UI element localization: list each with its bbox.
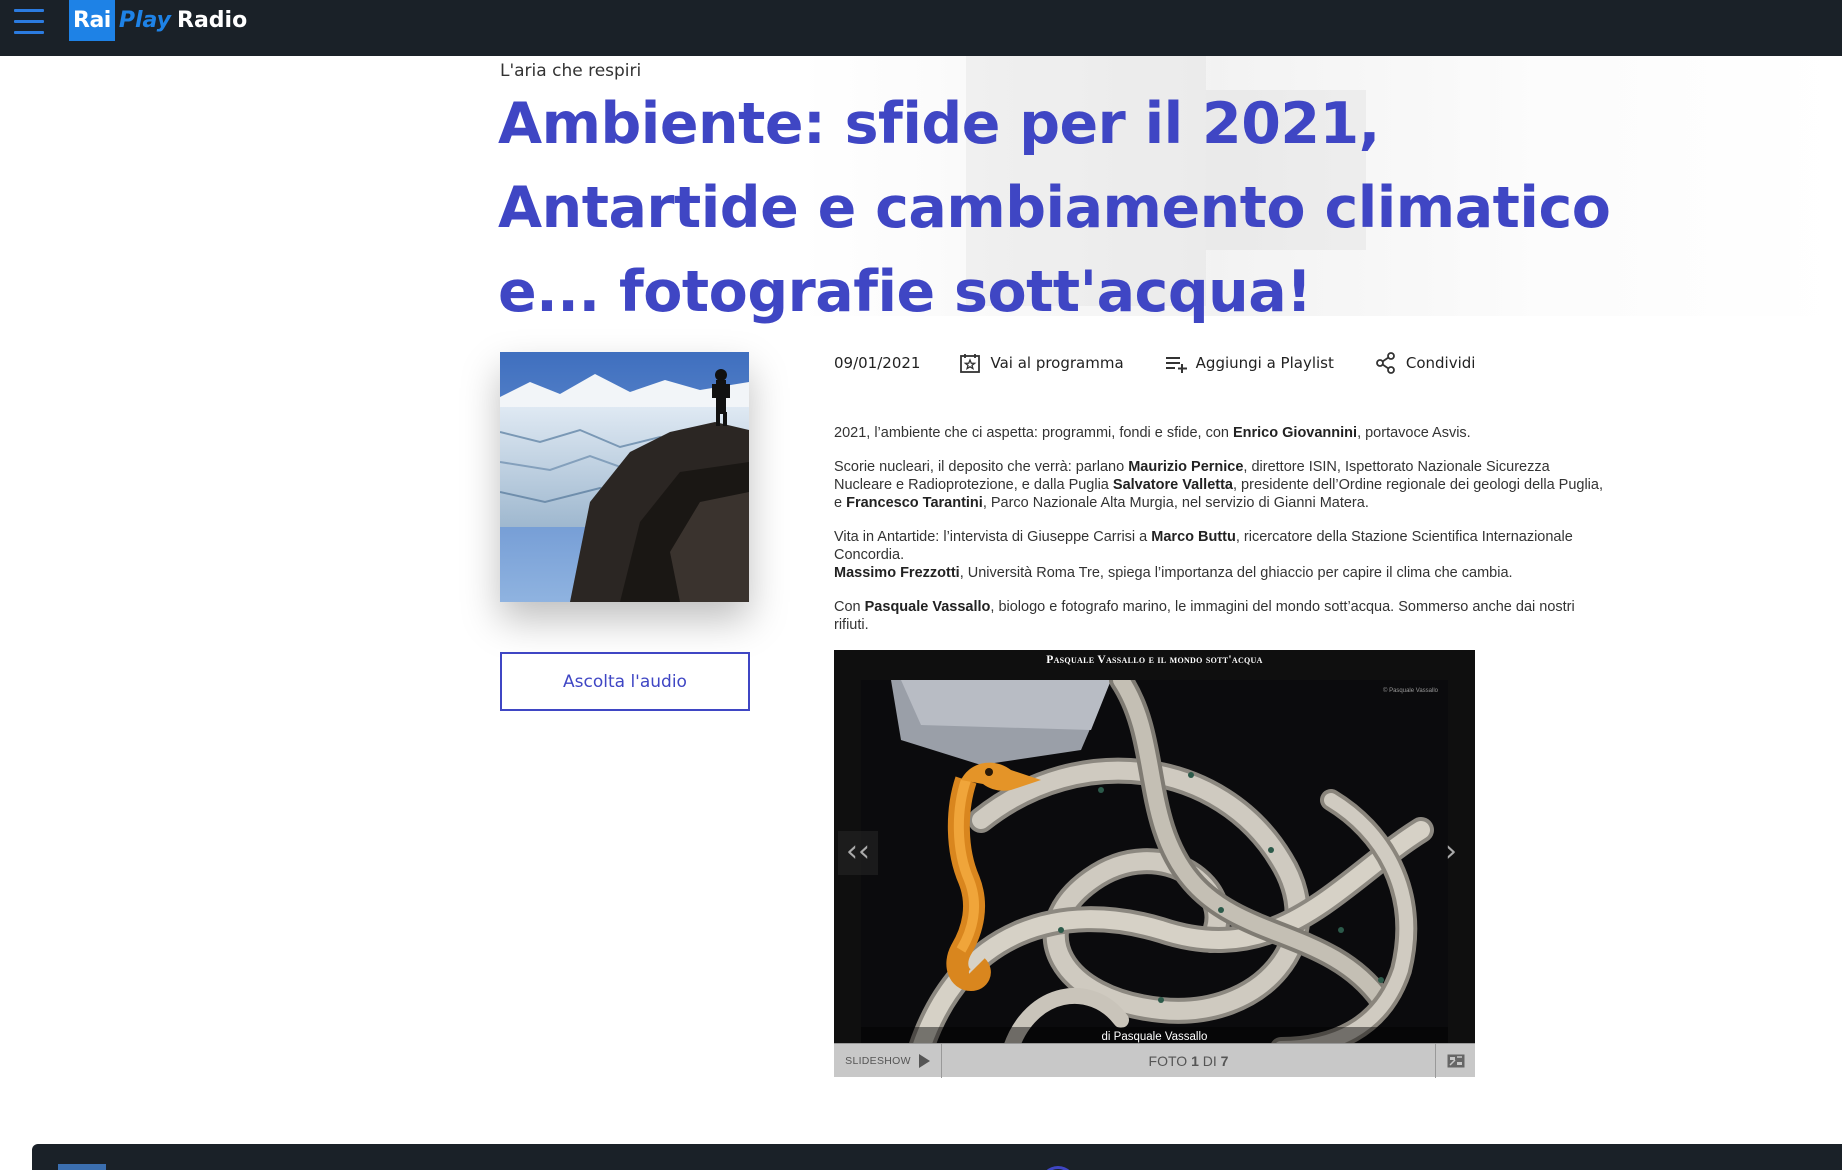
episode-actions: 09/01/2021 Vai al programma Aggiungi a P…	[834, 350, 1515, 376]
player-play-button[interactable]	[1040, 1166, 1076, 1170]
episode-cover-image	[500, 352, 749, 602]
hamburger-menu-icon[interactable]	[14, 9, 44, 35]
description-paragraph: Con Pasquale Vassallo, biologo e fotogra…	[834, 598, 1604, 634]
guest-name: Francesco Tarantini	[846, 495, 983, 511]
photo-gallery: Pasquale Vassallo e il mondo sott'acqua	[834, 650, 1475, 1078]
episode-description: 2021, l’ambiente che ci aspetta: program…	[834, 424, 1604, 650]
guest-name: Pasquale Vassallo	[864, 599, 991, 615]
listen-audio-button[interactable]: Ascolta l'audio	[500, 652, 750, 711]
text: Vita in Antartide: l’intervista di Giuse…	[834, 529, 1152, 545]
slideshow-button[interactable]: SLIDESHOW	[834, 1043, 942, 1078]
text: Con	[834, 599, 865, 615]
bottom-audio-player	[32, 1144, 1842, 1170]
text: , portavoce Asvis.	[1357, 425, 1471, 441]
guest-name: Salvatore Valletta	[1112, 477, 1233, 493]
gallery-photo[interactable]: © Pasquale Vassallo	[861, 680, 1448, 1048]
player-thumbnail[interactable]	[58, 1164, 106, 1170]
photo-counter: FOTO 1 DI 7	[942, 1053, 1435, 1069]
fullscreen-icon[interactable]	[1435, 1043, 1475, 1078]
share-icon	[1374, 351, 1398, 375]
slideshow-label: SLIDESHOW	[845, 1054, 911, 1067]
text: 2021, l’ambiente che ci aspetta: program…	[834, 425, 1233, 441]
raiplay-radio-logo[interactable]: Rai Play Radio	[69, 0, 247, 41]
publish-date: 09/01/2021	[834, 354, 921, 372]
logo-radio: Radio	[177, 8, 248, 33]
gallery-title: Pasquale Vassallo e il mondo sott'acqua	[1046, 654, 1263, 666]
playlist-add-icon	[1164, 351, 1188, 375]
logo-play: Play	[118, 8, 172, 33]
counter-total: 7	[1220, 1052, 1229, 1069]
guest-name: Maurizio Pernice	[1128, 459, 1244, 475]
play-icon	[918, 1053, 930, 1068]
add-to-playlist-link[interactable]: Aggiungi a Playlist	[1164, 351, 1334, 375]
share-label: Condividi	[1405, 354, 1476, 372]
top-bar: Rai Play Radio	[0, 0, 1842, 56]
guest-name: Massimo Frezzotti	[834, 565, 960, 581]
photo-watermark: © Pasquale Vassallo	[1382, 688, 1438, 694]
go-to-program-label: Vai al programma	[990, 354, 1124, 372]
gallery-controls: SLIDESHOW FOTO 1 DI 7	[834, 1043, 1475, 1078]
program-name[interactable]: L'aria che respiri	[500, 61, 641, 81]
text: , Parco Nazionale Alta Murgia, nel servi…	[982, 495, 1369, 511]
counter-prefix: FOTO	[1148, 1052, 1192, 1069]
logo-rai: Rai	[69, 0, 115, 41]
guest-name: Enrico Giovannini	[1232, 425, 1358, 441]
guest-name: Marco Buttu	[1151, 529, 1236, 545]
star-calendar-icon	[958, 351, 982, 375]
next-photo-button[interactable]: ›	[1431, 831, 1471, 875]
add-to-playlist-label: Aggiungi a Playlist	[1195, 354, 1334, 372]
counter-current: 1	[1191, 1052, 1199, 1069]
description-paragraph: Vita in Antartide: l’intervista di Giuse…	[834, 528, 1604, 582]
go-to-program-link[interactable]: Vai al programma	[958, 351, 1124, 375]
previous-photo-button[interactable]: ‹‹	[838, 831, 878, 875]
description-paragraph: 2021, l’ambiente che ci aspetta: program…	[834, 424, 1604, 442]
share-link[interactable]: Condividi	[1374, 351, 1476, 375]
text: Scorie nucleari, il deposito che verrà: …	[834, 459, 1129, 475]
description-paragraph: Scorie nucleari, il deposito che verrà: …	[834, 458, 1604, 512]
text: , Università Roma Tre, spiega l’importan…	[959, 565, 1513, 581]
page-title: Ambiente: sfide per il 2021, Antartide e…	[498, 91, 1611, 325]
counter-mid: DI	[1198, 1052, 1221, 1069]
